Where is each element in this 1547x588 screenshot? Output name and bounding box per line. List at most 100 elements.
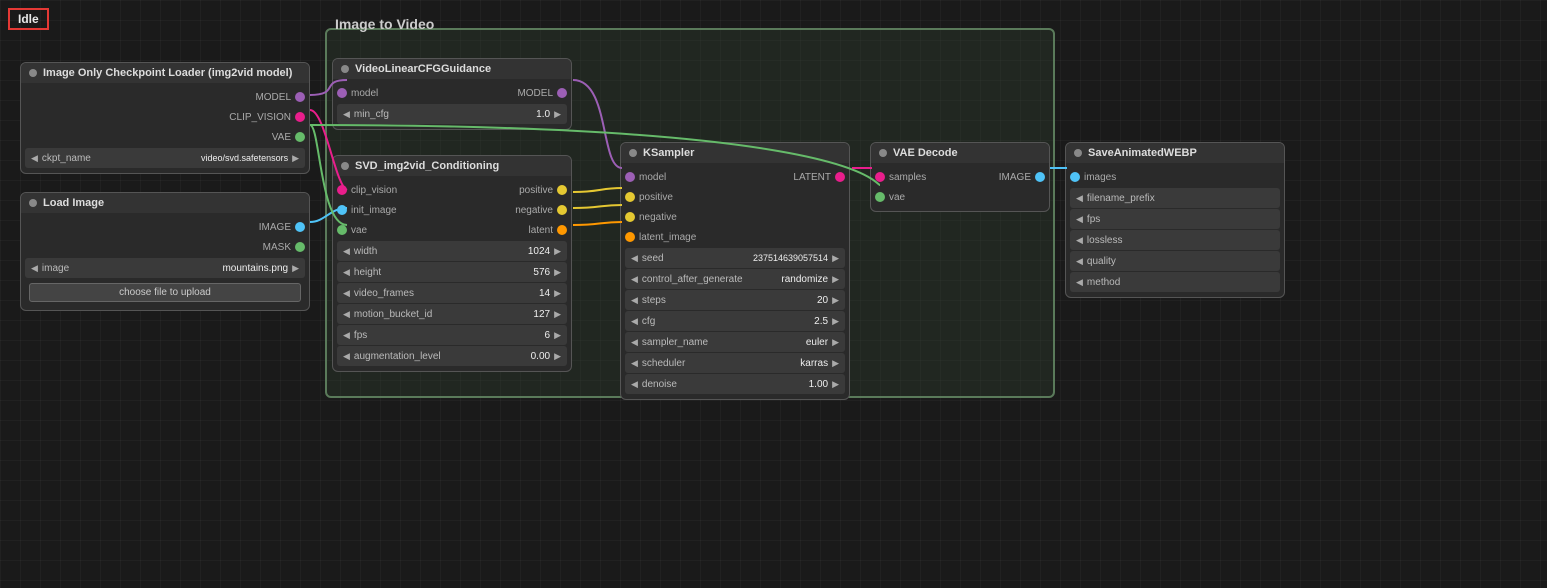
image-arrow-right[interactable]: ▶ [290,263,301,274]
vf-right[interactable]: ▶ [552,288,563,299]
svd-init-in[interactable] [337,205,347,215]
ksampler-header: KSampler [621,143,849,163]
ks-negative-row: negative [621,207,849,227]
svd-clip-in[interactable] [337,185,347,195]
min-cfg-right[interactable]: ▶ [552,109,563,120]
sw-images-label: images [1080,172,1120,183]
al-left[interactable]: ◀ [341,351,352,362]
ks-latent-in[interactable] [625,232,635,242]
svd-latent-out[interactable] [557,225,567,235]
width-right[interactable]: ▶ [552,246,563,257]
sw-fps-left[interactable]: ◀ [1074,214,1085,225]
min-cfg-left[interactable]: ◀ [341,109,352,120]
ml-left[interactable]: ◀ [1074,277,1085,288]
steps-right[interactable]: ▶ [830,295,841,306]
svd-positive-out[interactable] [557,185,567,195]
clip-vision-port[interactable] [295,112,305,122]
quality-widget[interactable]: ◀ quality [1070,251,1280,271]
denoise-widget[interactable]: ◀ denoise 1.00 ▶ [625,374,845,394]
vf-label: video_frames [354,288,537,299]
ckpt-name-widget[interactable]: ◀ ckpt_name video/svd.safetensors ▶ [25,148,305,168]
vd-samples-in[interactable] [875,172,885,182]
port-image-out: IMAGE [21,217,309,237]
port-clip-vision-out: CLIP_VISION [21,107,309,127]
ckpt-arrow-right[interactable]: ▶ [290,153,301,164]
ll-left[interactable]: ◀ [1074,235,1085,246]
scheduler-widget[interactable]: ◀ scheduler karras ▶ [625,353,845,373]
height-right[interactable]: ▶ [552,267,563,278]
aug-level-widget[interactable]: ◀ augmentation_level 0.00 ▶ [337,346,567,366]
dn-left[interactable]: ◀ [629,379,640,390]
mask-port[interactable] [295,242,305,252]
sw-fps-widget[interactable]: ◀ fps [1070,209,1280,229]
clip-vision-label: CLIP_VISION [225,112,295,123]
height-left[interactable]: ◀ [341,267,352,278]
seed-label: seed [642,253,751,264]
ks-negative-in[interactable] [625,212,635,222]
fps-right[interactable]: ▶ [552,330,563,341]
model-port[interactable] [295,92,305,102]
mb-left[interactable]: ◀ [341,309,352,320]
ks-positive-in[interactable] [625,192,635,202]
steps-widget[interactable]: ◀ steps 20 ▶ [625,290,845,310]
video-frames-widget[interactable]: ◀ video_frames 14 ▶ [337,283,567,303]
cfg-widget[interactable]: ◀ cfg 2.5 ▶ [625,311,845,331]
sampler-name-widget[interactable]: ◀ sampler_name euler ▶ [625,332,845,352]
sn-right[interactable]: ▶ [830,337,841,348]
min-cfg-widget[interactable]: ◀ min_cfg 1.0 ▶ [337,104,567,124]
sch-right[interactable]: ▶ [830,358,841,369]
video-cfg-title: VideoLinearCFGGuidance [355,63,491,75]
min-cfg-label: min_cfg [354,109,534,120]
sw-images-in[interactable] [1070,172,1080,182]
svd-body: clip_vision positive init_image negative… [333,176,571,371]
dn-label: denoise [642,379,807,390]
ql-left[interactable]: ◀ [1074,256,1085,267]
sn-left[interactable]: ◀ [629,337,640,348]
method-widget[interactable]: ◀ method [1070,272,1280,292]
mb-label: motion_bucket_id [354,309,531,320]
seed-right[interactable]: ▶ [830,253,841,264]
ckpt-arrow-left[interactable]: ◀ [29,153,40,164]
image-widget[interactable]: ◀ image mountains.png ▶ [25,258,305,278]
seed-value: 237514639057514 [753,253,828,263]
lossless-widget[interactable]: ◀ lossless [1070,230,1280,250]
dn-right[interactable]: ▶ [830,379,841,390]
vf-left[interactable]: ◀ [341,288,352,299]
cag-right[interactable]: ▶ [830,274,841,285]
ksampler-dot [629,149,637,157]
video-cfg-model-in[interactable] [337,88,347,98]
filename-prefix-widget[interactable]: ◀ filename_prefix [1070,188,1280,208]
svd-vae-in[interactable] [337,225,347,235]
vd-vae-in[interactable] [875,192,885,202]
mb-right[interactable]: ▶ [552,309,563,320]
al-right[interactable]: ▶ [552,351,563,362]
vd-image-out[interactable] [1035,172,1045,182]
fps-left[interactable]: ◀ [341,330,352,341]
load-image-node: Load Image IMAGE MASK ◀ image mountains.… [20,192,310,311]
video-cfg-model-out[interactable] [557,88,567,98]
cfg-right[interactable]: ▶ [830,316,841,327]
choose-file-button[interactable]: choose file to upload [29,283,301,302]
save-webp-dot [1074,149,1082,157]
cag-left[interactable]: ◀ [629,274,640,285]
seed-left[interactable]: ◀ [629,253,640,264]
vae-label: VAE [268,132,295,143]
svd-negative-out[interactable] [557,205,567,215]
seed-widget[interactable]: ◀ seed 237514639057514 ▶ [625,248,845,268]
fp-left[interactable]: ◀ [1074,193,1085,204]
image-out-port[interactable] [295,222,305,232]
width-left[interactable]: ◀ [341,246,352,257]
ks-latent-out[interactable] [835,172,845,182]
checkpoint-body: MODEL CLIP_VISION VAE ◀ ckpt_name video/… [21,83,309,173]
sch-left[interactable]: ◀ [629,358,640,369]
ctrl-after-widget[interactable]: ◀ control_after_generate randomize ▶ [625,269,845,289]
fps-widget[interactable]: ◀ fps 6 ▶ [337,325,567,345]
width-widget[interactable]: ◀ width 1024 ▶ [337,241,567,261]
height-widget[interactable]: ◀ height 576 ▶ [337,262,567,282]
cfg-left[interactable]: ◀ [629,316,640,327]
image-arrow-left[interactable]: ◀ [29,263,40,274]
steps-left[interactable]: ◀ [629,295,640,306]
ks-model-in[interactable] [625,172,635,182]
motion-bucket-widget[interactable]: ◀ motion_bucket_id 127 ▶ [337,304,567,324]
vae-port[interactable] [295,132,305,142]
